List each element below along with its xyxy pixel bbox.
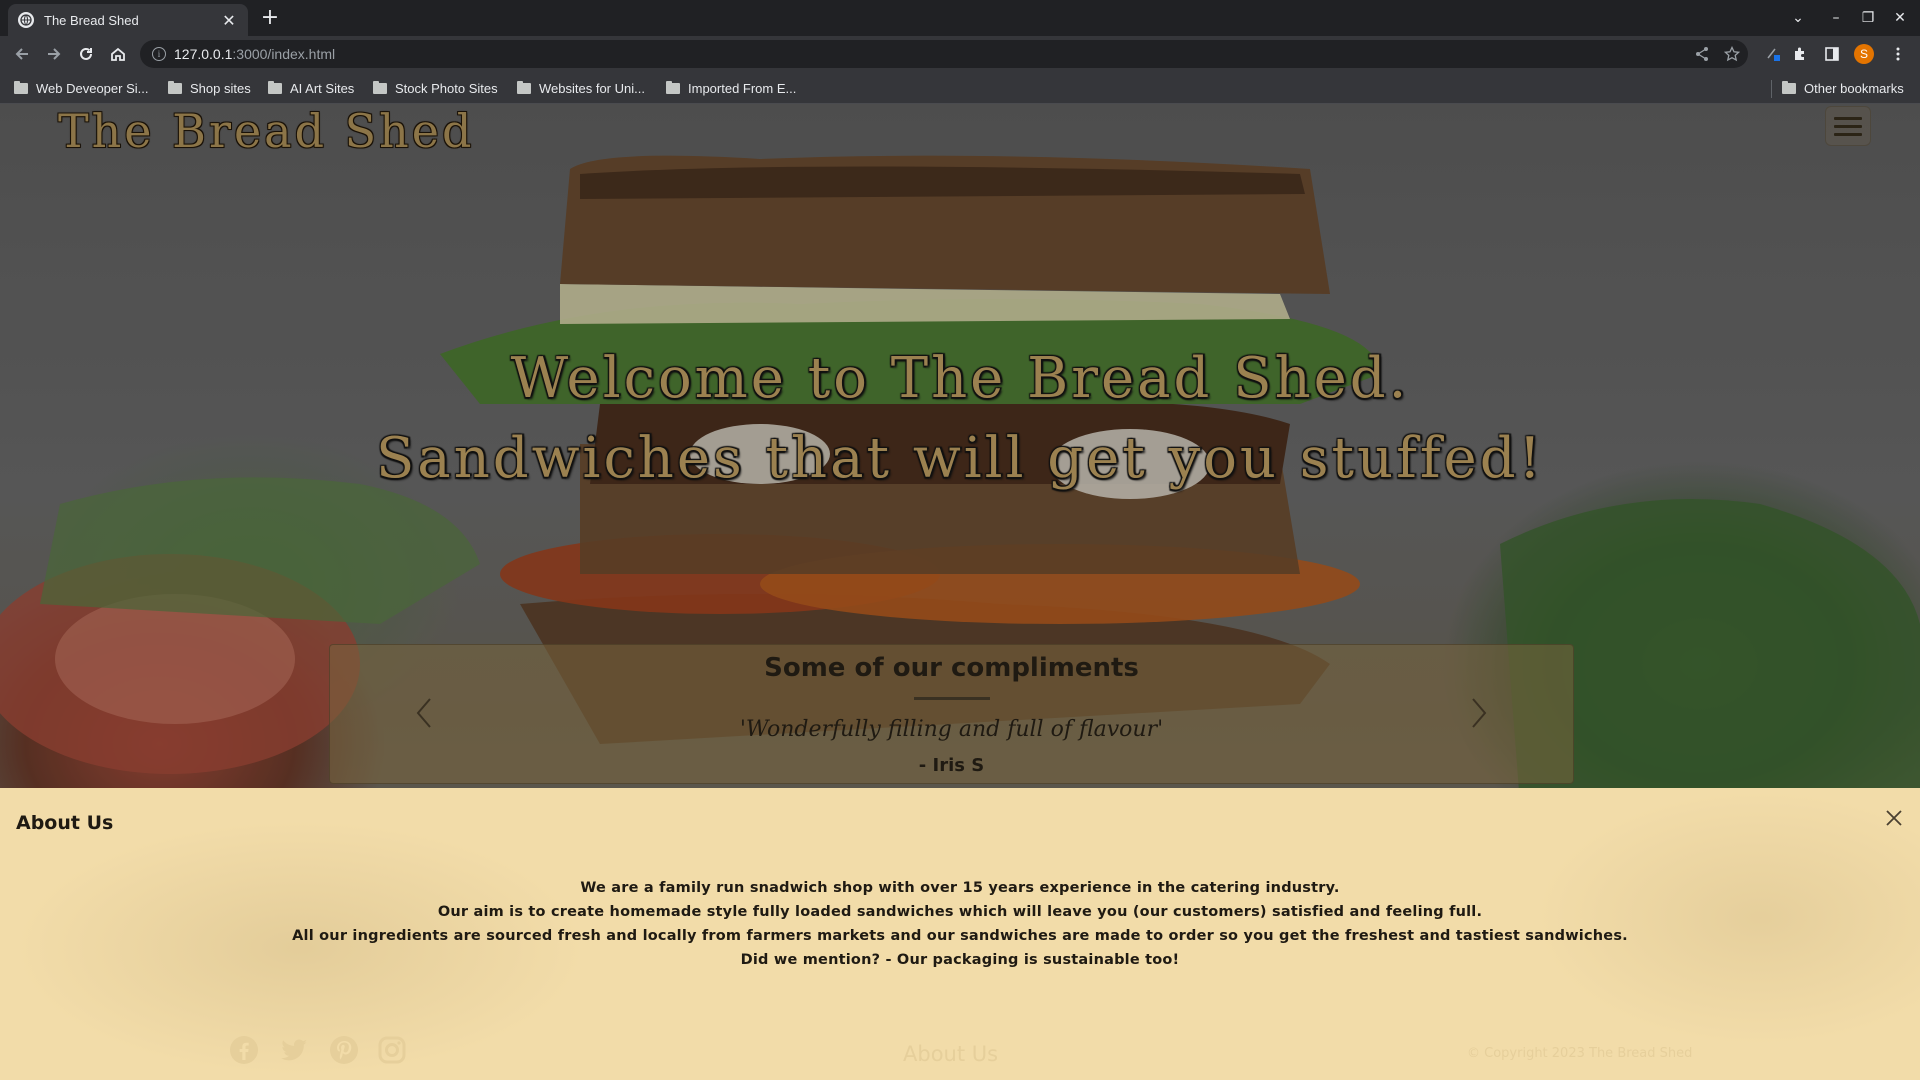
new-tab-button[interactable]: + — [258, 6, 282, 30]
close-window-button[interactable]: ✕ — [1886, 6, 1914, 30]
browser-menu-icon[interactable] — [1886, 42, 1910, 66]
menu-bar — [1834, 116, 1862, 120]
tab-search-icon[interactable]: ⌄ — [1784, 6, 1812, 30]
instagram-icon[interactable] — [376, 1034, 408, 1066]
folder-icon — [666, 80, 680, 94]
testimonial-carousel: Some of our compliments 'Wonderfully fil… — [329, 644, 1574, 784]
twitter-icon[interactable] — [278, 1034, 310, 1066]
share-icon[interactable] — [1690, 40, 1714, 68]
carousel-prev-icon[interactable] — [409, 693, 439, 733]
globe-icon — [18, 12, 34, 28]
menu-bar — [1834, 124, 1862, 128]
folder-icon — [168, 80, 182, 94]
back-icon[interactable] — [10, 42, 34, 66]
bookmark-separator — [1771, 80, 1772, 98]
site-brand[interactable]: The Bread Shed — [58, 104, 474, 158]
browser-toolbar: i 127.0.0.1:3000/index.html S — [0, 36, 1920, 72]
tab-close-icon[interactable]: ✕ — [220, 11, 238, 30]
browser-tabbar: The Bread Shed ✕ + ⌄ – ❐ ✕ — [0, 0, 1920, 36]
page-viewport: The Bread Shed Welcome to The Bread Shed… — [0, 104, 1920, 1080]
extensions-puzzle-icon[interactable] — [1788, 42, 1812, 66]
side-panel-icon[interactable] — [1820, 42, 1844, 66]
tab-title: The Bread Shed — [44, 12, 139, 28]
about-us-modal: About Us We are a family run snadwich sh… — [0, 788, 1920, 1080]
restore-button[interactable]: ❐ — [1854, 6, 1882, 30]
folder-icon — [268, 80, 282, 94]
home-icon[interactable] — [106, 42, 130, 66]
bookmark-folder[interactable]: AI Art Sites — [268, 78, 354, 98]
about-text-line: All our ingredients are sourced fresh an… — [292, 928, 1628, 944]
browser-tab[interactable]: The Bread Shed ✕ — [8, 4, 248, 36]
bookmark-folder[interactable]: Web Deveoper Si... — [14, 78, 148, 98]
hamburger-menu-button[interactable] — [1825, 106, 1871, 146]
facebook-icon[interactable] — [228, 1034, 260, 1066]
bookmark-star-icon[interactable] — [1720, 40, 1744, 68]
testimonial-title: Some of our compliments — [764, 653, 1139, 683]
title-underline — [914, 697, 990, 700]
about-text-line: We are a family run snadwich shop with o… — [580, 880, 1340, 896]
address-bar[interactable]: i 127.0.0.1:3000/index.html — [140, 40, 1748, 68]
hero-subheadline: Sandwiches that will get you stuffed! — [375, 426, 1545, 491]
folder-icon — [14, 80, 28, 94]
hero-headline: Welcome to The Bread Shed. — [510, 346, 1410, 411]
testimonial-author: - Iris S — [918, 755, 985, 776]
page-footer: About Us © Copyright 2023 The Bread Shed — [0, 1018, 1920, 1078]
forward-icon[interactable] — [42, 42, 66, 66]
site-info-icon[interactable]: i — [152, 47, 166, 61]
bookmark-folder[interactable]: Stock Photo Sites — [373, 78, 498, 98]
folder-icon — [517, 80, 531, 94]
bookmarks-bar: Web Deveoper Si... Shop sites AI Art Sit… — [0, 72, 1920, 104]
menu-bar — [1834, 132, 1862, 136]
footer-about-link[interactable]: About Us — [903, 1042, 998, 1066]
about-text-line: Did we mention? - Our packaging is susta… — [740, 952, 1180, 968]
folder-icon — [373, 80, 387, 94]
about-text-line: Our aim is to create homemade style full… — [437, 904, 1483, 920]
extension-icon[interactable] — [1762, 42, 1786, 66]
footer-copyright: © Copyright 2023 The Bread Shed — [1467, 1046, 1693, 1061]
bookmark-folder[interactable]: Websites for Uni... — [517, 78, 645, 98]
folder-icon — [1782, 80, 1796, 94]
close-icon[interactable] — [1882, 806, 1906, 830]
testimonial-quote: 'Wonderfully filling and full of flavour… — [739, 717, 1164, 742]
profile-avatar[interactable]: S — [1854, 44, 1874, 64]
bookmark-folder[interactable]: Imported From E... — [666, 78, 796, 98]
pinterest-icon[interactable] — [328, 1034, 360, 1066]
modal-body: We are a family run snadwich shop with o… — [0, 876, 1920, 972]
bookmark-folder[interactable]: Shop sites — [168, 78, 251, 98]
other-bookmarks[interactable]: Other bookmarks — [1782, 78, 1904, 98]
minimize-button[interactable]: – — [1822, 6, 1850, 30]
carousel-next-icon[interactable] — [1464, 693, 1494, 733]
modal-title: About Us — [16, 812, 114, 834]
reload-icon[interactable] — [74, 42, 98, 66]
url-path: :3000/index.html — [232, 46, 336, 62]
url-host: 127.0.0.1 — [174, 46, 233, 62]
